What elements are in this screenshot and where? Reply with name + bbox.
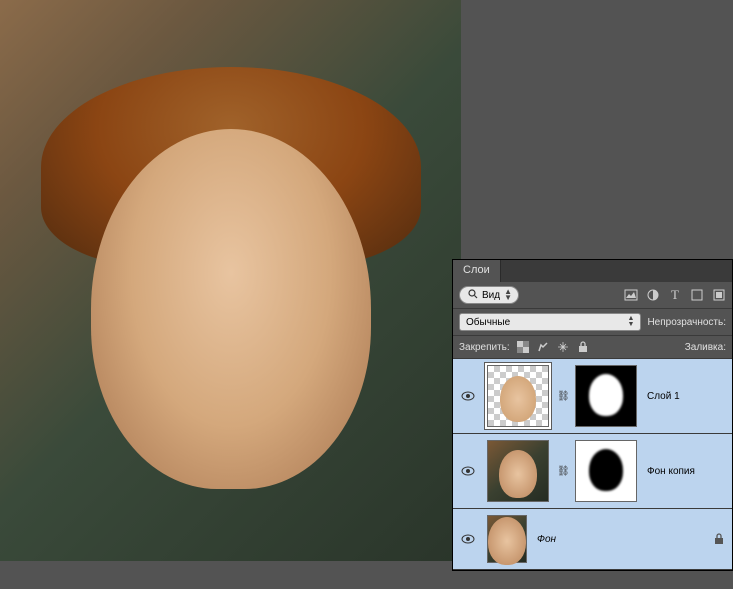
layers-list: ⛓ Слой 1 ⛓ Фон копия <box>453 359 732 570</box>
panel-tabs: Слои <box>453 260 732 282</box>
visibility-eye-icon[interactable] <box>461 391 475 401</box>
lock-position-icon[interactable] <box>556 340 570 354</box>
filter-shape-icon[interactable] <box>690 288 704 302</box>
filter-smart-icon[interactable] <box>712 288 726 302</box>
layer-thumbnail[interactable] <box>487 440 549 502</box>
mask-link-icon[interactable]: ⛓ <box>557 466 567 477</box>
tab-layers[interactable]: Слои <box>453 260 501 282</box>
document-image <box>0 0 461 561</box>
visibility-eye-icon[interactable] <box>461 534 475 544</box>
layers-panel: Слои Вид ▲▼ T Обычные ▲▼ Непрозрачность:… <box>452 259 733 571</box>
lock-icon <box>714 533 726 545</box>
layer-mask-thumbnail[interactable] <box>575 365 637 427</box>
lock-pixels-icon[interactable] <box>536 340 550 354</box>
fill-label: Заливка: <box>685 342 726 353</box>
visibility-eye-icon[interactable] <box>461 466 475 476</box>
layer-filter-select[interactable]: Вид ▲▼ <box>459 286 519 304</box>
lock-all-icon[interactable] <box>576 340 590 354</box>
opacity-label: Непрозрачность: <box>647 317 726 328</box>
dropdown-arrows-icon: ▲▼ <box>504 289 512 301</box>
lock-transparency-icon[interactable] <box>516 340 530 354</box>
layer-thumbnail[interactable] <box>487 515 527 563</box>
layer-name[interactable]: Фон <box>537 534 556 545</box>
blend-mode-value: Обычные <box>466 317 510 328</box>
filter-row: Вид ▲▼ T <box>453 282 732 309</box>
canvas-area[interactable] <box>0 0 461 561</box>
filter-type-icon[interactable]: T <box>668 288 682 302</box>
lock-label: Закрепить: <box>459 342 510 353</box>
search-icon <box>468 289 478 302</box>
layer-row[interactable]: ⛓ Фон копия <box>453 434 732 509</box>
mask-link-icon[interactable]: ⛓ <box>557 391 567 402</box>
layer-name[interactable]: Фон копия <box>647 466 695 477</box>
filter-pixel-icon[interactable] <box>624 288 638 302</box>
blend-mode-select[interactable]: Обычные ▲▼ <box>459 313 641 331</box>
layer-name[interactable]: Слой 1 <box>647 391 680 402</box>
layer-mask-thumbnail[interactable] <box>575 440 637 502</box>
dropdown-arrows-icon: ▲▼ <box>628 316 635 328</box>
filter-label: Вид <box>482 290 500 301</box>
layer-row[interactable]: Фон <box>453 509 732 570</box>
filter-adjustment-icon[interactable] <box>646 288 660 302</box>
layer-row[interactable]: ⛓ Слой 1 <box>453 359 732 434</box>
layer-thumbnail[interactable] <box>487 365 549 427</box>
blend-row: Обычные ▲▼ Непрозрачность: <box>453 309 732 336</box>
lock-row: Закрепить: Заливка: <box>453 336 732 359</box>
